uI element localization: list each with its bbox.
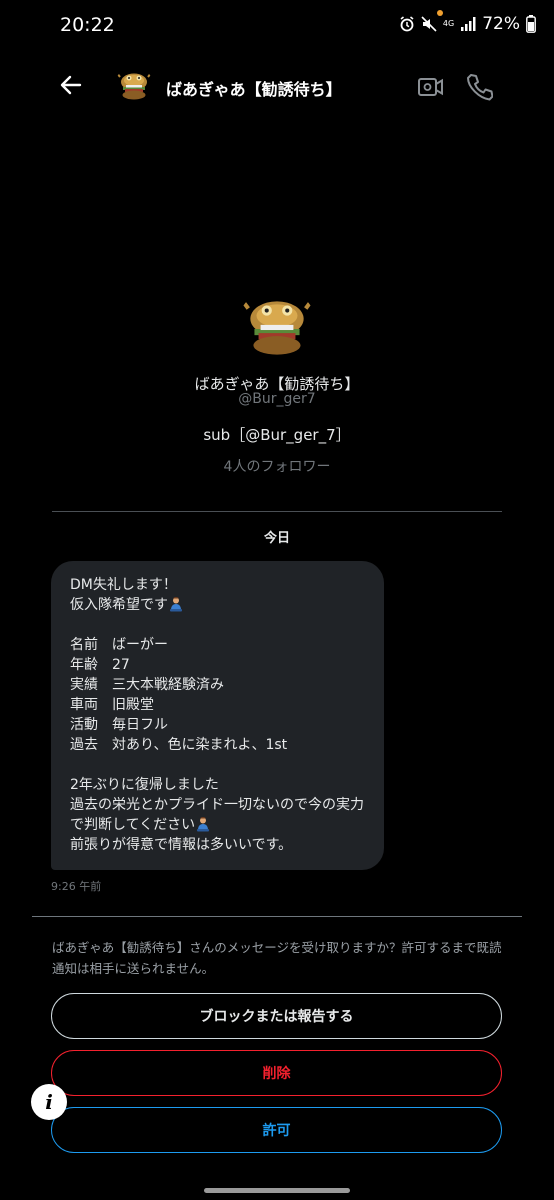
- message-timestamp: 9:26 午前: [51, 880, 102, 893]
- message-request-prompt: ばあぎゃあ【勧誘待ち】さんのメッセージを受け取りますか？許可するまで既読通知は相…: [52, 940, 502, 976]
- date-separator: 今日: [263, 531, 290, 546]
- message-line: [70, 755, 384, 775]
- message-line: 活動 毎日フル: [70, 717, 168, 733]
- phone-icon: [467, 74, 494, 101]
- allow-button[interactable]: 許可: [51, 1107, 502, 1153]
- voice-call-button[interactable]: [465, 72, 494, 102]
- status-icons: 4G 72%: [399, 14, 536, 34]
- block-or-report-button[interactable]: ブロックまたは報告する: [51, 993, 502, 1039]
- message-line: 過去 対あり、色に染まれよ、1st: [70, 737, 288, 753]
- back-button[interactable]: [56, 70, 86, 100]
- header-avatar[interactable]: [114, 67, 154, 107]
- message-line: 前張りが得意で情報は多いいです。: [70, 837, 293, 853]
- conversation-title: ばあぎゃあ【勧誘待ち】: [166, 80, 342, 99]
- mute-icon: [421, 16, 437, 32]
- message-line: DM失礼します！: [70, 577, 177, 593]
- battery-icon: [526, 15, 536, 33]
- alarm-icon: [400, 16, 414, 32]
- message-line: 仮入隊希望です: [70, 597, 168, 613]
- delete-button[interactable]: 削除: [51, 1050, 502, 1096]
- message-line-with-emoji: で判断してください: [70, 815, 384, 835]
- profile-avatar[interactable]: [236, 288, 318, 370]
- status-time: 20:22: [60, 14, 115, 36]
- message-line: 2年ぶりに復帰しました: [70, 777, 219, 793]
- message-line: 車両 旧殿堂: [70, 697, 154, 713]
- home-indicator[interactable]: [204, 1188, 350, 1193]
- profile-bio: sub［@Bur_ger_7］: [203, 426, 351, 444]
- message-line: 過去の栄光とかプライド一切ないので今の実力: [70, 797, 364, 813]
- burger-monster-avatar-image: [236, 288, 318, 370]
- info-icon[interactable]: i: [31, 1084, 67, 1120]
- arrow-left-icon: [60, 75, 82, 95]
- message-line-with-emoji: 仮入隊希望です: [70, 595, 384, 615]
- video-camera-icon: [418, 78, 443, 96]
- profile-followers[interactable]: 4人のフォロワー: [0, 456, 554, 476]
- message-line: [70, 615, 384, 635]
- message-line: 実績 三大本戦経験済み: [70, 677, 224, 693]
- profile-handle[interactable]: @Bur_ger7: [0, 391, 554, 407]
- message-line: で判断してください: [70, 817, 196, 833]
- divider: [32, 916, 522, 917]
- battery-percent: 72%: [482, 14, 520, 34]
- network-label: 4G: [442, 19, 455, 28]
- signal-icon: [461, 17, 476, 31]
- burger-monster-avatar-image: [114, 67, 154, 107]
- message-line: 名前 ばーがー: [70, 637, 168, 653]
- video-call-button[interactable]: [416, 72, 446, 102]
- message-line: 年齢 27: [70, 657, 130, 673]
- divider: [52, 511, 502, 512]
- message-bubble[interactable]: DM失礼します！ 仮入隊希望です 名前 ばーがー 年齢 27 実績 三大本戦経験…: [51, 561, 384, 870]
- kneeling-person-emoji-icon: [170, 597, 182, 612]
- kneeling-person-emoji-icon: [197, 817, 210, 832]
